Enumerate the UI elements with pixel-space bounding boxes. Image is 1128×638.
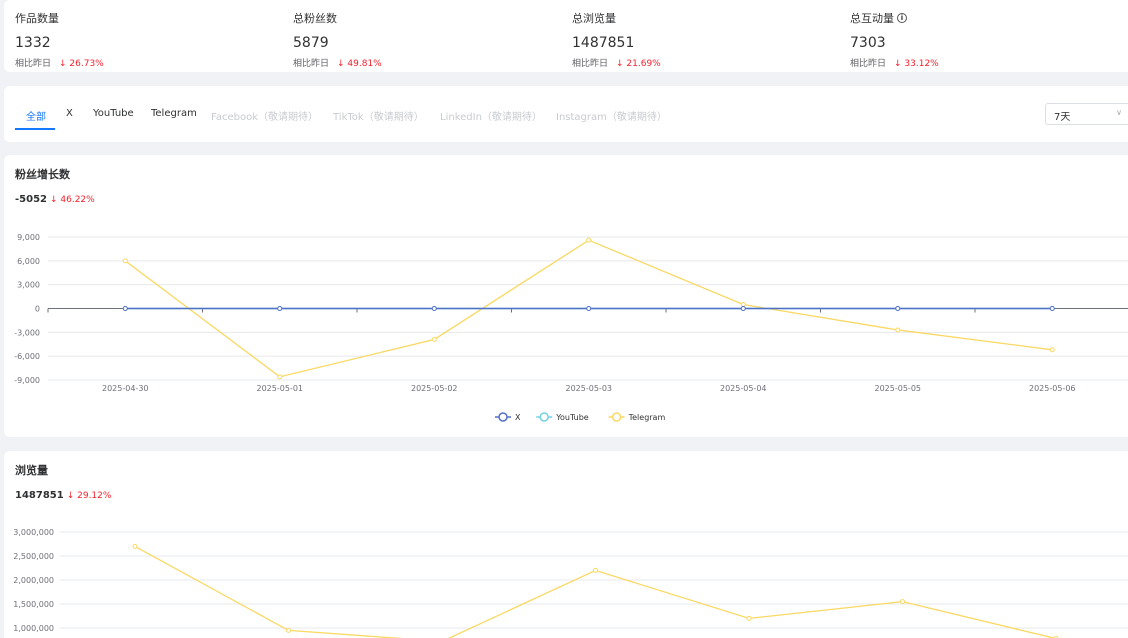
- data-point: [277, 306, 283, 311]
- data-point: [895, 327, 901, 333]
- stat-interactions: 总互动量 i 7303 相比昨日 ↓ 33.12%: [850, 10, 1110, 69]
- data-point: [132, 543, 138, 549]
- x-tick-label: 2025-05-01: [257, 384, 304, 393]
- y-tick-label: -9,000: [14, 376, 40, 385]
- legend-label: Telegram: [628, 413, 666, 422]
- tab-tiktok: TikTok（敬请期待）: [333, 112, 424, 123]
- info-icon[interactable]: i: [897, 13, 907, 23]
- stat-label: 总粉丝数: [293, 12, 337, 25]
- data-point: [122, 306, 128, 311]
- data-point: [1049, 306, 1055, 311]
- legend-marker: [498, 412, 508, 422]
- range-select-value: 7天: [1054, 112, 1071, 123]
- y-tick-label: 2,500,000: [13, 552, 54, 561]
- stat-label: 作品数量: [15, 12, 59, 25]
- tab-x[interactable]: X: [66, 108, 73, 119]
- delta-badge: ↓ 33.12%: [894, 59, 939, 69]
- data-point: [286, 627, 291, 633]
- views-chart: 3,000,000 2,500,000 2,000,000 1,500,000 1,00…: [13, 528, 1128, 638]
- x-tick-label: 2025-04-30: [102, 384, 149, 393]
- fans-growth-chart: 9,000 6,000 3,000 0 -3,000 -6,000 -9,000 2025-0…: [14, 233, 1128, 422]
- compare-label: 相比昨日: [293, 59, 330, 69]
- data-point: [122, 258, 128, 264]
- chevron-down-icon: ∨: [1116, 108, 1122, 117]
- tab-all[interactable]: 全部: [26, 108, 46, 123]
- delta-badge: ↓ 26.73%: [59, 59, 104, 69]
- data-point: [740, 302, 746, 308]
- x-tick-label: 2025-05-04: [720, 384, 767, 393]
- x-tick-label: 2025-05-05: [875, 384, 922, 393]
- data-point: [586, 306, 592, 311]
- y-tick-label: 3,000,000: [13, 528, 54, 537]
- data-point: [740, 306, 746, 311]
- stat-value: 5879: [293, 35, 329, 51]
- data-point: [1049, 347, 1055, 353]
- y-tick-label: 1,500,000: [13, 600, 54, 609]
- compare-label: 相比昨日: [572, 59, 609, 69]
- y-tick-label: 0: [35, 305, 40, 314]
- y-tick-label: 6,000: [17, 257, 40, 266]
- stat-label: 总浏览量: [572, 12, 616, 25]
- y-tick-label: 9,000: [17, 233, 40, 242]
- platform-tabs: 全部 X YouTube Telegram Facebook（敬请期待） Tik…: [4, 86, 1128, 142]
- x-tick-label: 2025-05-02: [411, 384, 458, 393]
- data-point: [895, 306, 901, 311]
- y-tick-label: 3,000: [17, 281, 40, 290]
- stat-views: 总浏览量 1487851 相比昨日 ↓ 21.69%: [572, 10, 832, 69]
- stat-value: 7303: [850, 35, 886, 51]
- stat-works: 作品数量 1332 相比昨日 ↓ 26.73%: [15, 10, 275, 69]
- stat-fans: 总粉丝数 5879 相比昨日 ↓ 49.81%: [293, 10, 553, 69]
- legend-label: X: [515, 413, 521, 422]
- data-point: [431, 306, 437, 311]
- compare-label: 相比昨日: [15, 59, 52, 69]
- tab-youtube[interactable]: YouTube: [93, 108, 134, 119]
- tab-instagram: Instagram（敬请期待）: [556, 112, 667, 123]
- data-point: [746, 615, 752, 621]
- y-tick-label: -6,000: [14, 352, 40, 361]
- delta-badge: ↓ 49.81%: [337, 59, 382, 69]
- stat-label: 总互动量: [850, 12, 894, 25]
- data-point: [593, 567, 598, 573]
- stat-value: 1487851: [572, 35, 635, 51]
- data-point: [586, 237, 592, 243]
- data-point: [277, 374, 283, 380]
- x-tick-label: 2025-05-06: [1029, 384, 1076, 393]
- range-select[interactable]: 7天 ∨: [1045, 103, 1128, 125]
- series-line-telegram: [134, 545, 1057, 638]
- tab-telegram[interactable]: Telegram: [151, 108, 197, 119]
- legend-marker: [539, 412, 549, 422]
- views-card: 浏览量 1487851 ↓ 29.12% 3,000,000 2,500,000 2,…: [4, 451, 1128, 638]
- y-tick-label: -3,000: [14, 328, 40, 337]
- y-tick-label: 2,000,000: [13, 576, 54, 585]
- fans-growth-card: 粉丝增长数 -5052 ↓ 46.22% 9,000 6,000 3,000 0 -3,0…: [4, 155, 1128, 437]
- data-point: [431, 336, 437, 342]
- legend-label: YouTube: [555, 413, 589, 422]
- tab-linkedin: LinkedIn（敬请期待）: [440, 112, 542, 123]
- active-tab-indicator: [15, 128, 55, 130]
- compare-label: 相比昨日: [850, 59, 887, 69]
- delta-badge: ↓ 21.69%: [616, 59, 661, 69]
- data-point: [900, 599, 905, 605]
- x-tick-label: 2025-05-03: [566, 384, 613, 393]
- stat-value: 1332: [15, 35, 51, 51]
- y-tick-label: 1,000,000: [13, 624, 54, 633]
- legend-marker: [611, 412, 622, 422]
- stats-card: 作品数量 1332 相比昨日 ↓ 26.73% 总粉丝数 5879 相比昨日 ↓ 4…: [4, 0, 1128, 72]
- tab-facebook: Facebook（敬请期待）: [211, 112, 318, 123]
